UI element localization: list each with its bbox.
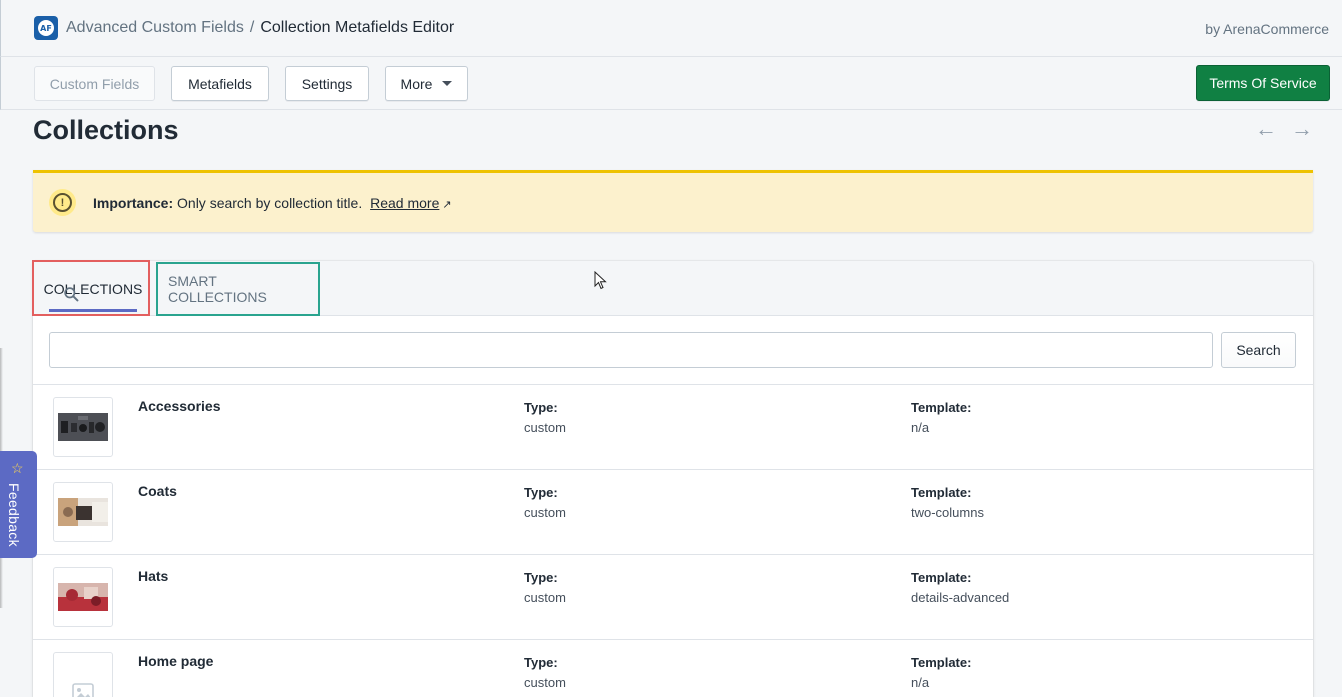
custom-fields-button[interactable]: Custom Fields: [34, 66, 155, 101]
accessories-image: [58, 413, 108, 441]
mouse-cursor-icon: [594, 271, 607, 290]
breadcrumb-separator: /: [249, 19, 255, 36]
banner-text: Importance: Only search by collection ti…: [93, 195, 452, 211]
tab-smart-collections[interactable]: SMART COLLECTIONS: [168, 261, 304, 316]
search-icon: [64, 287, 79, 302]
template-label: Template:: [911, 485, 972, 500]
collection-row[interactable]: Accessories Type: custom Template: n/a: [33, 385, 1313, 470]
image-placeholder-icon: [72, 683, 94, 697]
coats-image: [58, 498, 108, 526]
template-label: Template:: [911, 655, 972, 670]
collection-row[interactable]: Hats Type: custom Template: details-adva…: [33, 555, 1313, 640]
terms-of-service-button[interactable]: Terms Of Service: [1196, 65, 1330, 101]
previous-arrow-icon[interactable]: ←: [1255, 117, 1277, 141]
type-label: Type:: [524, 485, 558, 500]
type-label: Type:: [524, 655, 558, 670]
breadcrumb-app-name[interactable]: Advanced Custom Fields: [66, 19, 244, 36]
next-arrow-icon[interactable]: →: [1291, 117, 1313, 141]
collection-name[interactable]: Hats: [138, 568, 168, 584]
collection-name[interactable]: Home page: [138, 653, 213, 669]
warning-icon: !: [49, 189, 76, 216]
more-button-label: More: [400, 75, 433, 92]
template-label: Template:: [911, 400, 972, 415]
search-input[interactable]: [49, 332, 1213, 368]
app-header: AF Advanced Custom Fields / Collection Met…: [0, 0, 1342, 57]
collection-tabs: COLLECTIONS SMART COLLECTIONS: [33, 261, 1313, 316]
collection-thumbnail: [53, 652, 113, 697]
type-value: custom: [524, 420, 566, 435]
toolbar: Custom Fields Metafields Settings More T…: [0, 57, 1342, 110]
type-value: custom: [524, 675, 566, 690]
type-label: Type:: [524, 570, 558, 585]
external-link-icon[interactable]: ↗: [442, 199, 451, 211]
metafields-button[interactable]: Metafields: [171, 66, 269, 101]
page-title: Collections: [33, 115, 179, 145]
settings-button[interactable]: Settings: [285, 66, 369, 101]
collection-thumbnail: [53, 397, 113, 457]
template-value: two-columns: [911, 505, 984, 520]
collections-card: COLLECTIONS SMART COLLECTIONS Search Acc…: [33, 261, 1313, 697]
breadcrumb: Advanced Custom Fields / Collection Metafi…: [66, 19, 454, 37]
banner-label: Importance:: [93, 195, 174, 211]
template-value: n/a: [911, 420, 930, 435]
more-dropdown-button[interactable]: More: [385, 66, 468, 101]
collection-thumbnail: [53, 567, 113, 627]
feedback-tab[interactable]: ☆ Feedback: [0, 451, 37, 558]
type-label: Type:: [524, 400, 558, 415]
importance-banner: ! Importance: Only search by collection …: [33, 170, 1313, 232]
type-value: custom: [524, 505, 566, 520]
collection-thumbnail: [53, 482, 113, 542]
type-value: custom: [524, 590, 566, 605]
feedback-label: Feedback: [6, 483, 22, 547]
template-value: n/a: [911, 675, 930, 690]
read-more-link[interactable]: Read more: [370, 195, 439, 211]
collection-row[interactable]: Home page Type: custom Template: n/a: [33, 640, 1313, 697]
star-icon: ☆: [11, 460, 24, 476]
caret-down-icon: [442, 81, 453, 86]
banner-message: Only search by collection title.: [177, 195, 363, 211]
app-logo-icon: AF: [34, 16, 58, 40]
collection-name[interactable]: Accessories: [138, 398, 221, 414]
collection-row[interactable]: Coats Type: custom Template: two-columns: [33, 470, 1313, 555]
breadcrumb-current-page: Collection Metafields Editor: [260, 19, 455, 36]
search-bar: Search: [33, 317, 1313, 385]
search-button[interactable]: Search: [1221, 332, 1296, 368]
template-value: details-advanced: [911, 590, 1010, 605]
template-label: Template:: [911, 570, 972, 585]
hats-image: [58, 583, 108, 611]
collection-name[interactable]: Coats: [138, 483, 177, 499]
developer-credit: by ArenaCommerce: [1205, 21, 1329, 37]
